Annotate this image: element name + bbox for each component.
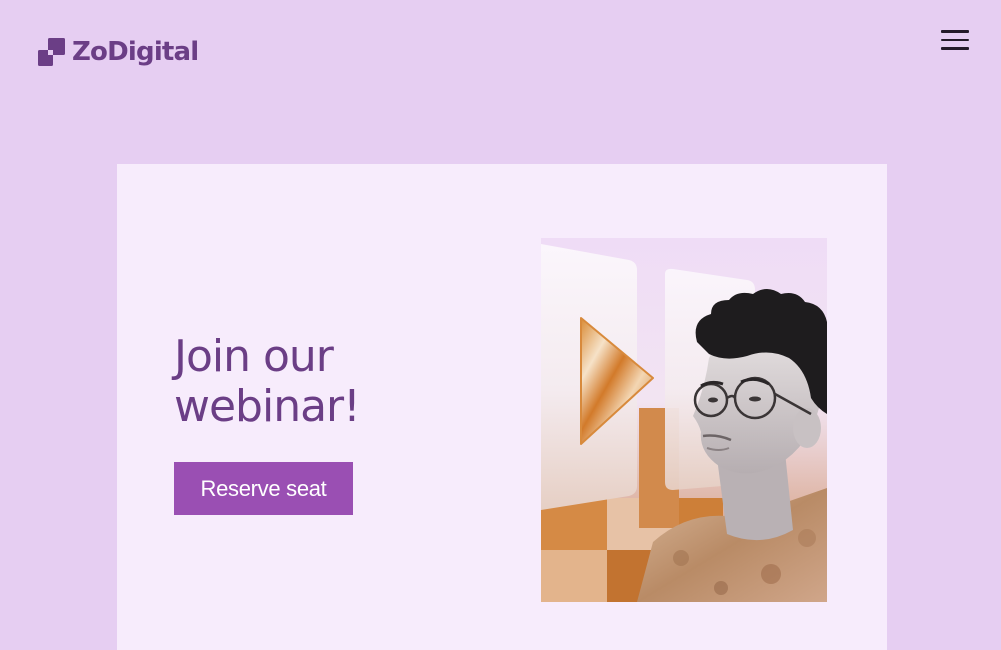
webinar-promo-card: Join our webinar! Reserve seat xyxy=(117,164,887,650)
headline-line-2: webinar! xyxy=(174,381,361,432)
logo[interactable]: ZoDigital xyxy=(38,37,199,67)
zodigital-logo-icon xyxy=(38,38,65,66)
logo-text: ZoDigital xyxy=(72,37,199,67)
reserve-seat-button[interactable]: Reserve seat xyxy=(174,462,353,515)
hamburger-menu-icon[interactable] xyxy=(941,30,969,50)
webinar-hero-image xyxy=(541,238,827,602)
promo-headline: Join our webinar! xyxy=(174,332,434,432)
headline-line-1: Join our xyxy=(174,331,334,382)
